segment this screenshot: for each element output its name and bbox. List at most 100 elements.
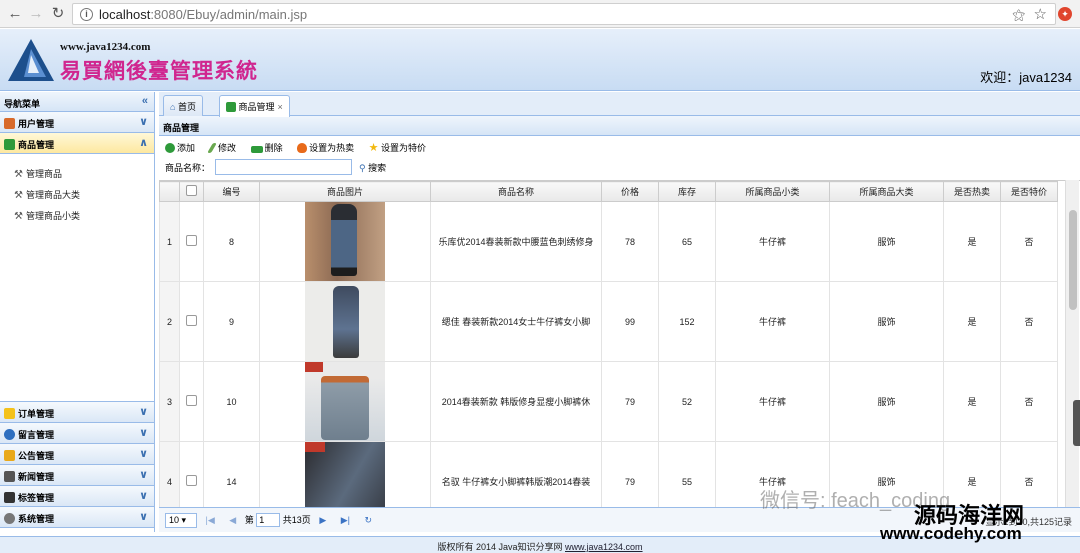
next-page-icon[interactable]: ▶ — [319, 515, 326, 526]
edit-button[interactable]: 修改 — [206, 143, 237, 153]
sidebar-item-label: 公告管理 — [18, 451, 55, 461]
sidebar-item-message[interactable]: 留言管理 ∨ — [0, 423, 154, 444]
col-header-special[interactable]: 是否特价 — [1000, 181, 1058, 202]
reload-icon[interactable]: ↻ — [49, 5, 67, 23]
col-header-image[interactable]: 商品图片 — [259, 181, 431, 202]
sidebar-title-label: 导航菜单 — [4, 99, 41, 109]
sidebar: 导航菜单 « 用户管理 ∨ 商品管理 ∧ ⚒ 管理商品 ⚒ 管理商品大类 ⚒ 管理商品… — [0, 92, 155, 532]
refresh-icon[interactable]: ↻ — [365, 515, 373, 526]
select-all-checkbox[interactable] — [179, 181, 204, 202]
cell-hot: 是 — [943, 361, 1001, 442]
chevron-down-icon: ∨ — [139, 116, 148, 128]
add-icon — [165, 143, 175, 153]
forward-icon[interactable]: → — [27, 5, 45, 23]
checkbox[interactable] — [186, 185, 197, 196]
product-name-input[interactable] — [215, 159, 352, 175]
delete-label: 删除 — [264, 143, 283, 153]
checkbox[interactable] — [186, 395, 197, 406]
first-page-icon[interactable]: |◀ — [206, 515, 215, 526]
collapse-left-icon[interactable]: « — [142, 95, 148, 107]
sidebar-item-product[interactable]: 商品管理 ∧ — [0, 133, 154, 154]
row-checkbox[interactable] — [179, 441, 204, 507]
address-bar[interactable]: i localhost:8080/Ebuy/admin/main.jsp ⚝ ☆ — [72, 3, 1056, 25]
row-number: 4 — [159, 441, 180, 507]
page-prefix: 第 — [244, 515, 254, 525]
tab-strip: ⌂ 首页 商品管理 × — [159, 92, 1080, 117]
submenu-manage-big-category[interactable]: ⚒ 管理商品大类 — [0, 185, 154, 206]
cell-stock: 52 — [658, 361, 716, 442]
delete-icon — [250, 146, 263, 153]
side-handle[interactable] — [1073, 400, 1080, 446]
table-row[interactable]: 1 8 乐库优2014春装新款中腰蓝色刺绣修身 78 65 牛仔裤 服饰 是 否 — [159, 201, 1058, 282]
star-icon: ★ — [368, 142, 379, 154]
extension-icon[interactable]: ✦ — [1058, 7, 1072, 21]
set-hot-button[interactable]: 设置为热卖 — [297, 143, 354, 153]
info-icon[interactable]: i — [80, 8, 93, 21]
search-label: 商品名称： — [165, 163, 211, 173]
last-page-icon[interactable]: ▶| — [341, 515, 350, 526]
close-icon[interactable]: × — [278, 102, 283, 112]
tab-product[interactable]: 商品管理 × — [219, 95, 290, 117]
col-header-big-category[interactable]: 所属商品大类 — [829, 181, 944, 202]
edit-label: 修改 — [218, 143, 237, 153]
sidebar-item-tag[interactable]: 标签管理 ∨ — [0, 486, 154, 507]
sidebar-item-news[interactable]: 新闻管理 ∨ — [0, 465, 154, 486]
set-special-button[interactable]: ★ 设置为特价 — [368, 142, 426, 154]
chevron-down-icon: ∨ — [139, 511, 148, 523]
search-button[interactable]: ⚲ 搜索 — [359, 161, 386, 174]
cell-special: 否 — [1000, 361, 1058, 442]
prev-page-icon[interactable]: ◀ — [229, 515, 236, 526]
browser-chrome: ← → ↻ i localhost:8080/Ebuy/admin/main.j… — [0, 0, 1080, 28]
key-icon[interactable]: ⚝ — [1012, 7, 1025, 23]
product-submenu: ⚒ 管理商品 ⚒ 管理商品大类 ⚒ 管理商品小类 — [0, 154, 154, 402]
col-header-price[interactable]: 价格 — [601, 181, 659, 202]
row-checkbox[interactable] — [179, 361, 204, 442]
chevron-down-icon: ∨ — [139, 469, 148, 481]
checkbox[interactable] — [186, 235, 197, 246]
product-photo — [305, 202, 385, 281]
wrench-icon: ⚒ — [14, 190, 23, 201]
col-header-small-category[interactable]: 所属商品小类 — [715, 181, 830, 202]
tab-label: 首页 — [177, 102, 196, 112]
footer-link[interactable]: www.java1234.com — [565, 542, 643, 552]
sidebar-item-order[interactable]: 订单管理 ∨ — [0, 402, 154, 423]
delete-button[interactable]: 删除 — [250, 143, 283, 153]
checkbox[interactable] — [186, 475, 197, 486]
cell-stock: 152 — [658, 281, 716, 362]
table-row[interactable]: 3 10 2014春装新款 韩版修身显瘦小脚裤休 79 52 牛仔裤 服饰 是 — [159, 361, 1058, 442]
notice-icon — [4, 450, 15, 461]
page-input[interactable]: 1 — [256, 513, 281, 527]
cell-special: 否 — [1000, 281, 1058, 362]
back-icon[interactable]: ← — [6, 5, 24, 23]
tab-home[interactable]: ⌂ 首页 — [163, 95, 203, 116]
submenu-manage-small-category[interactable]: ⚒ 管理商品小类 — [0, 206, 154, 227]
cell-id: 9 — [203, 281, 260, 362]
grid-scrollbar[interactable] — [1065, 180, 1079, 507]
col-header-hot[interactable]: 是否热卖 — [943, 181, 1001, 202]
url-text[interactable]: localhost:8080/Ebuy/admin/main.jsp — [99, 7, 307, 22]
bookmark-star-icon[interactable]: ☆ — [1034, 5, 1047, 23]
page-total: 共13页 — [282, 515, 311, 525]
col-header-stock[interactable]: 库存 — [658, 181, 716, 202]
row-checkbox[interactable] — [179, 281, 204, 362]
cell-name: 2014春装新款 韩版修身显瘦小脚裤休 — [430, 361, 602, 442]
sidebar-title: 导航菜单 « — [0, 92, 154, 112]
submenu-manage-product[interactable]: ⚒ 管理商品 — [0, 164, 154, 185]
table-row[interactable]: 2 9 缌佳 春装新款2014女士牛仔裤女小脚 99 152 牛仔裤 服饰 是 … — [159, 281, 1058, 362]
cell-id: 14 — [203, 441, 260, 507]
cell-name: 缌佳 春装新款2014女士牛仔裤女小脚 — [430, 281, 602, 362]
checkbox[interactable] — [186, 315, 197, 326]
chevron-down-icon: ∨ — [139, 490, 148, 502]
cell-image — [259, 361, 431, 442]
add-button[interactable]: 添加 — [165, 143, 195, 153]
page-size-select[interactable]: 10 ▾ — [165, 513, 197, 528]
col-header-id[interactable]: 编号 — [203, 181, 260, 202]
sidebar-item-user[interactable]: 用户管理 ∨ — [0, 112, 154, 133]
col-header-name[interactable]: 商品名称 — [430, 181, 602, 202]
scrollbar-thumb[interactable] — [1069, 210, 1077, 310]
product-photo — [305, 362, 385, 441]
sidebar-item-notice[interactable]: 公告管理 ∨ — [0, 444, 154, 465]
row-checkbox[interactable] — [179, 201, 204, 282]
sidebar-item-system[interactable]: 系统管理 ∨ — [0, 507, 154, 528]
cell-id: 8 — [203, 201, 260, 282]
